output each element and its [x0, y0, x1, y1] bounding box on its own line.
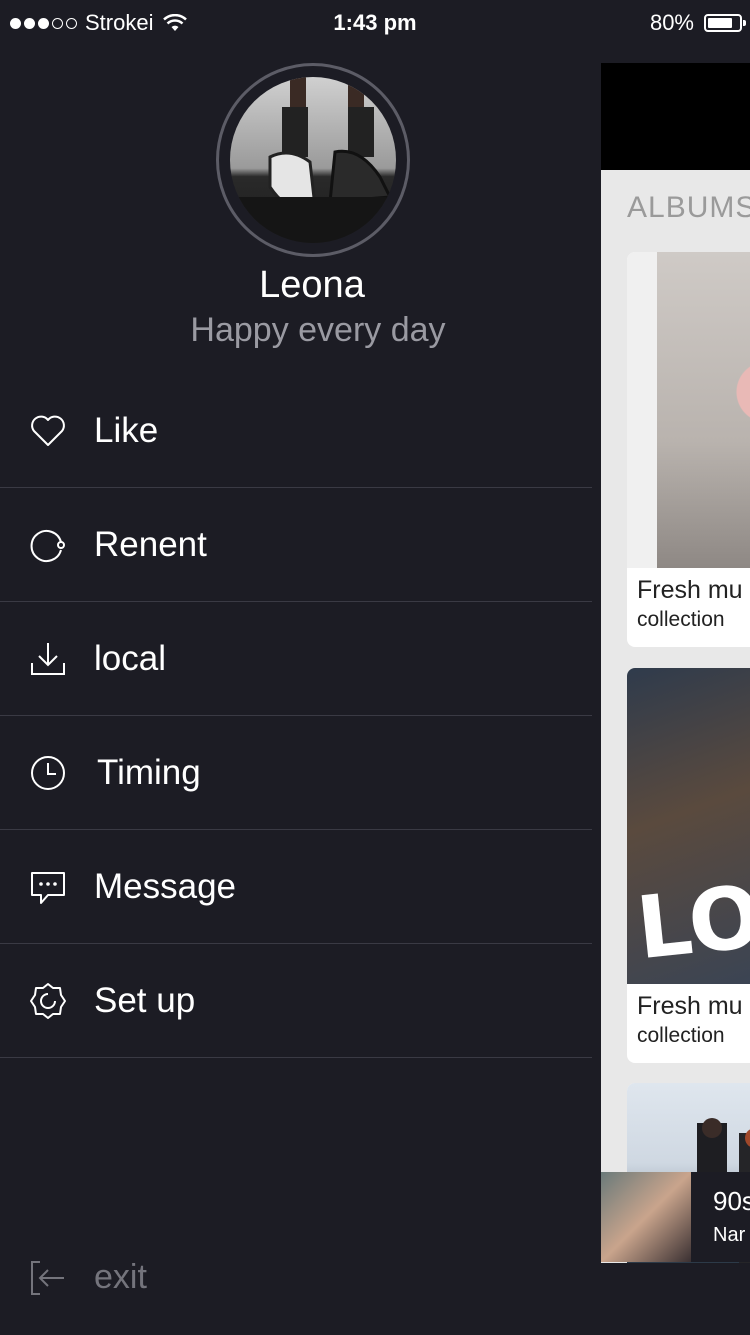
menu-item-label: Renent	[94, 524, 207, 564]
menu-item-label: Message	[94, 866, 237, 906]
mini-player[interactable]: 90s Nar	[601, 1172, 750, 1262]
menu-item-local[interactable]: local	[0, 602, 592, 716]
exit-icon	[31, 1261, 64, 1295]
panel-header	[601, 63, 750, 170]
exit-button[interactable]: exit	[0, 1250, 300, 1306]
albums-section-title: ALBUMS	[627, 191, 750, 224]
cover-text: LO	[632, 866, 750, 980]
download-icon	[31, 642, 65, 675]
album-title: Fresh mu	[637, 992, 743, 1020]
now-playing-title: 90s	[713, 1186, 750, 1216]
side-menu: Like Renent local Timing Message Set up	[0, 374, 592, 1058]
menu-item-label: local	[94, 638, 166, 678]
album-cover	[627, 252, 750, 568]
profile-name: Leona	[259, 264, 365, 306]
avatar[interactable]	[230, 77, 396, 243]
menu-item-message[interactable]: Message	[0, 830, 592, 944]
heart-icon	[31, 415, 65, 446]
menu-item-label: Like	[94, 410, 159, 450]
gear-icon	[30, 982, 66, 1019]
battery-fill	[708, 18, 732, 28]
clock-time: 1:43 pm	[333, 10, 417, 35]
menu-item-timing[interactable]: Timing	[0, 716, 592, 830]
album-title: Fresh mu	[637, 576, 743, 604]
menu-item-like[interactable]: Like	[0, 374, 592, 488]
clock-icon	[31, 755, 65, 790]
album-subtitle: collection	[637, 1024, 725, 1047]
message-icon	[31, 871, 65, 904]
menu-item-renent[interactable]: Renent	[0, 488, 592, 602]
status-bar: Strokei 1:43 pm 80%	[0, 0, 750, 46]
battery-percent: 80%	[649, 10, 694, 35]
now-playing-artwork	[601, 1172, 691, 1262]
main-content-panel[interactable]: ALBUMS Fresh mu collection LO Fresh mu c…	[601, 63, 750, 1263]
refresh-icon	[30, 529, 65, 562]
avatar-photo	[230, 77, 396, 243]
menu-item-label: Set up	[94, 980, 196, 1020]
now-playing-artist: Nar	[713, 1224, 746, 1246]
menu-item-set-up[interactable]: Set up	[0, 944, 592, 1058]
menu-item-label: Timing	[97, 752, 201, 792]
exit-label: exit	[94, 1258, 147, 1296]
profile-status: Happy every day	[190, 311, 446, 349]
status-right: 80%	[649, 10, 746, 36]
album-subtitle: collection	[637, 608, 725, 631]
album-cover: LO	[627, 668, 750, 984]
battery-icon	[704, 14, 746, 32]
album-card[interactable]: Fresh mu collection	[627, 252, 750, 647]
album-card[interactable]: LO Fresh mu collection	[627, 668, 750, 1063]
